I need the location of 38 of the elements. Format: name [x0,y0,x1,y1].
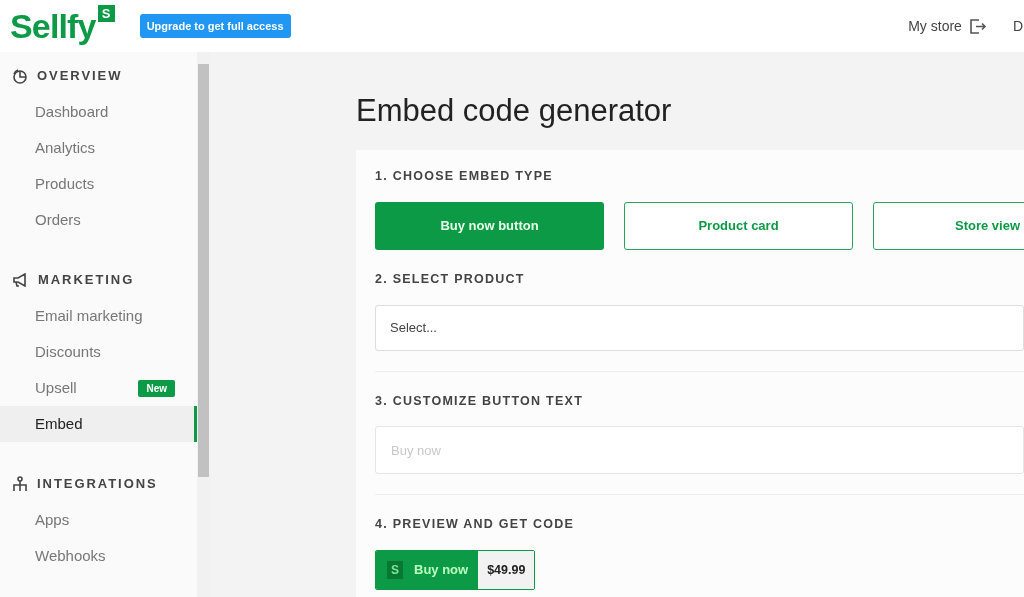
embed-type-option[interactable]: Store view [873,201,1024,250]
upgrade-button[interactable]: Upgrade to get full access [139,13,291,39]
price-label: $49.99 [478,551,535,589]
megaphone-icon [12,273,29,287]
nav-item[interactable]: D [1012,15,1023,37]
new-badge: New [138,379,175,397]
step-heading: 3. CUSTOMIZE BUTTON TEXT [375,392,585,410]
section-heading: INTEGRATIONS [37,475,158,494]
step-heading: 2. SELECT PRODUCT [375,270,526,288]
page-title: Embed code generator [356,92,673,130]
sidebar-item[interactable]: Webhooks [0,538,197,574]
my-store-link[interactable]: My store [908,15,987,37]
scrollbar-thumb[interactable] [198,64,209,477]
sidebar-item[interactable]: Upsell New [0,370,197,406]
store-logo-icon: S [387,561,403,579]
sidebar-item[interactable]: Discounts [0,334,197,370]
pie-chart-icon [12,68,28,84]
logout-icon [969,18,987,34]
sidebar-item[interactable]: Email marketing [0,298,197,334]
sidebar-item[interactable]: Analytics [0,130,197,166]
scrollbar[interactable] [197,52,210,597]
product-select[interactable]: Select... [375,304,1024,351]
sidebar-item[interactable]: Embed [0,406,197,442]
step-heading: 1. CHOOSE EMBED TYPE [375,168,554,185]
sidebar-item[interactable]: Products [0,166,197,202]
logo-badge: S [97,5,115,22]
button-label: Buy now [414,561,469,580]
hierarchy-icon [12,476,28,492]
embed-type-option[interactable]: Buy now button [375,201,604,250]
section-heading: OVERVIEW [37,67,123,86]
step-heading: 4. PREVIEW AND GET CODE [375,516,576,534]
buy-now-preview-button[interactable]: S Buy now $49.99 [375,550,536,590]
embed-type-option[interactable]: Product card [624,201,853,250]
section-heading: MARKETING [38,271,135,290]
sidebar-item[interactable]: Orders [0,202,197,238]
sidebar-item[interactable]: Dashboard [0,94,197,130]
sidebar-item[interactable]: Apps [0,502,197,538]
logo-text[interactable]: Sellfy [10,9,96,43]
